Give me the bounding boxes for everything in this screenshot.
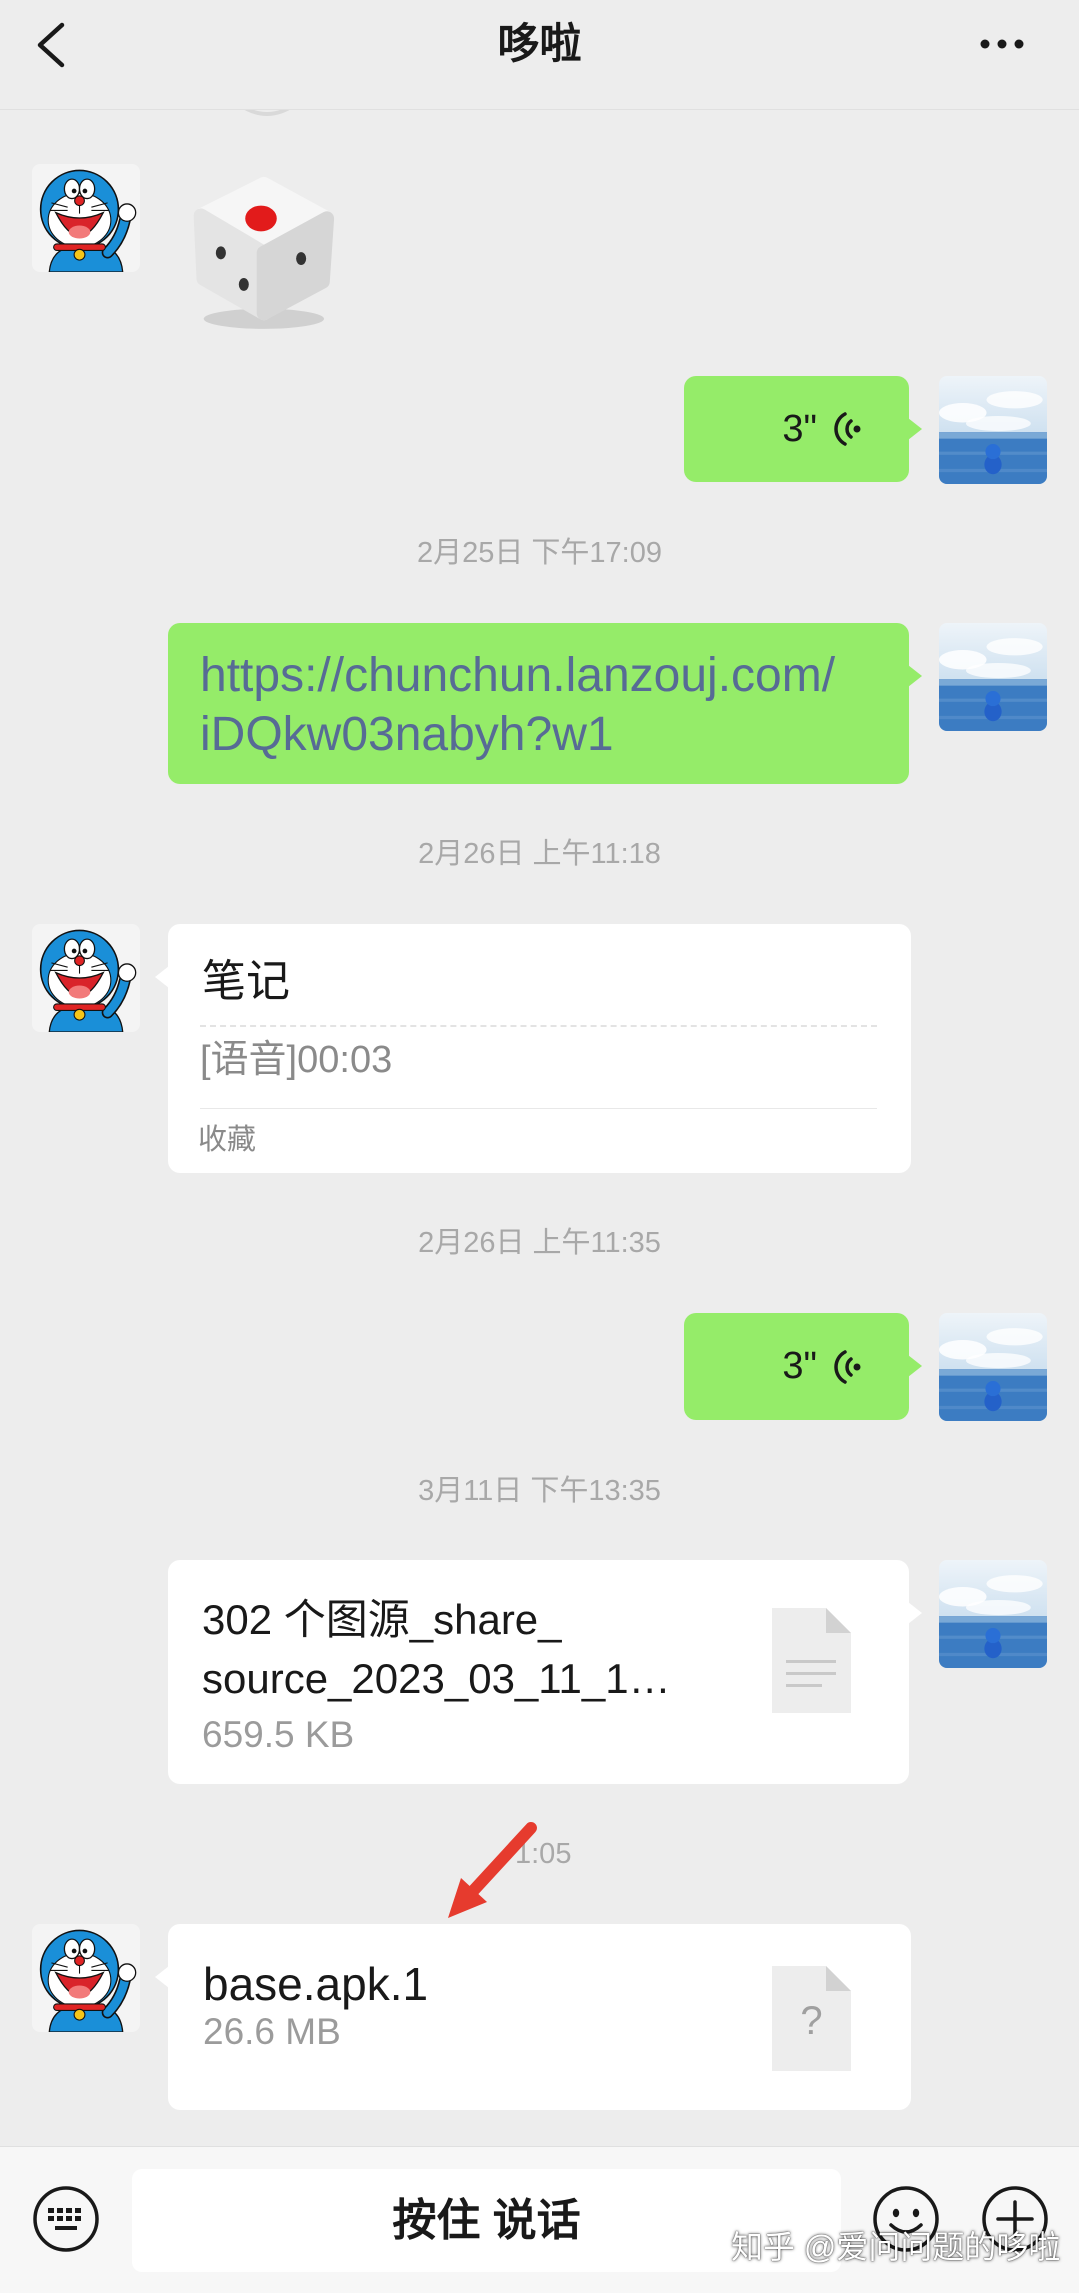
watermark-text: 知乎 @爱问问题的哆啦 (731, 2229, 1061, 2265)
avatar-self[interactable] (939, 623, 1047, 731)
avatar-self[interactable] (939, 1313, 1047, 1421)
chat-header: 哆啦 (0, 0, 1079, 110)
unknown-file-icon: ? (772, 1966, 851, 2071)
chat-title: 哆啦 (497, 20, 582, 67)
link-message-bubble[interactable]: https://chunchun.lanzouj.com/ iDQkw03nab… (168, 623, 922, 784)
note-source-label: 收藏 (198, 1124, 257, 1156)
link-text[interactable]: iDQkw03nabyh?w1 (200, 705, 614, 764)
timestamp: 3月11日 下午13:35 (418, 1475, 661, 1507)
timestamp: 2月26日 上午11:18 (418, 838, 661, 870)
note-content: [语音]00:03 (200, 1039, 393, 1081)
dice-image[interactable] (175, 164, 347, 336)
link-text[interactable]: https://chunchun.lanzouj.com/ (200, 646, 835, 705)
timestamp: 2月26日 上午11:35 (418, 1227, 661, 1259)
divider (200, 1025, 877, 1027)
divider (200, 1108, 877, 1109)
avatar-contact[interactable] (32, 924, 140, 1032)
avatar-contact[interactable] (32, 164, 140, 272)
note-card[interactable]: 笔记 [语音]00:03 收藏 (155, 924, 911, 1173)
red-arrow-icon (448, 1822, 537, 1918)
voice-message-bubble[interactable]: 3" (684, 1313, 922, 1420)
file-name: source_2023_03_11_1… (202, 1655, 671, 1702)
file-message-card[interactable]: 302 个图源_share_ source_2023_03_11_1… 659.… (168, 1560, 922, 1784)
file-name: base.apk.1 (203, 1958, 429, 2010)
voice-duration: 3" (782, 407, 817, 450)
keyboard-icon[interactable] (31, 2184, 101, 2254)
timestamp: 2月25日 下午17:09 (416, 537, 662, 569)
file-name: 302 个图源_share_ (202, 1596, 562, 1643)
more-dots-icon[interactable] (976, 34, 1028, 54)
voice-duration: 3" (782, 1345, 817, 1387)
voice-wave-icon (834, 412, 861, 446)
file-size: 26.6 MB (203, 2011, 341, 2052)
question-mark-glyph: ? (800, 1999, 823, 2043)
avatar-self[interactable] (939, 376, 1047, 484)
file-message-card[interactable]: base.apk.1 26.6 MB ? (155, 1924, 911, 2110)
note-title: 笔记 (202, 957, 290, 1006)
avatar-self[interactable] (939, 1560, 1047, 1668)
avatar-contact[interactable] (32, 1924, 140, 2032)
file-size: 659.5 KB (202, 1714, 355, 1755)
input-bar: 按住 说话 (0, 2146, 1079, 2293)
voice-message-bubble[interactable]: 3" (684, 376, 922, 482)
voice-wave-icon (834, 1349, 861, 1384)
document-file-icon (772, 1608, 851, 1713)
